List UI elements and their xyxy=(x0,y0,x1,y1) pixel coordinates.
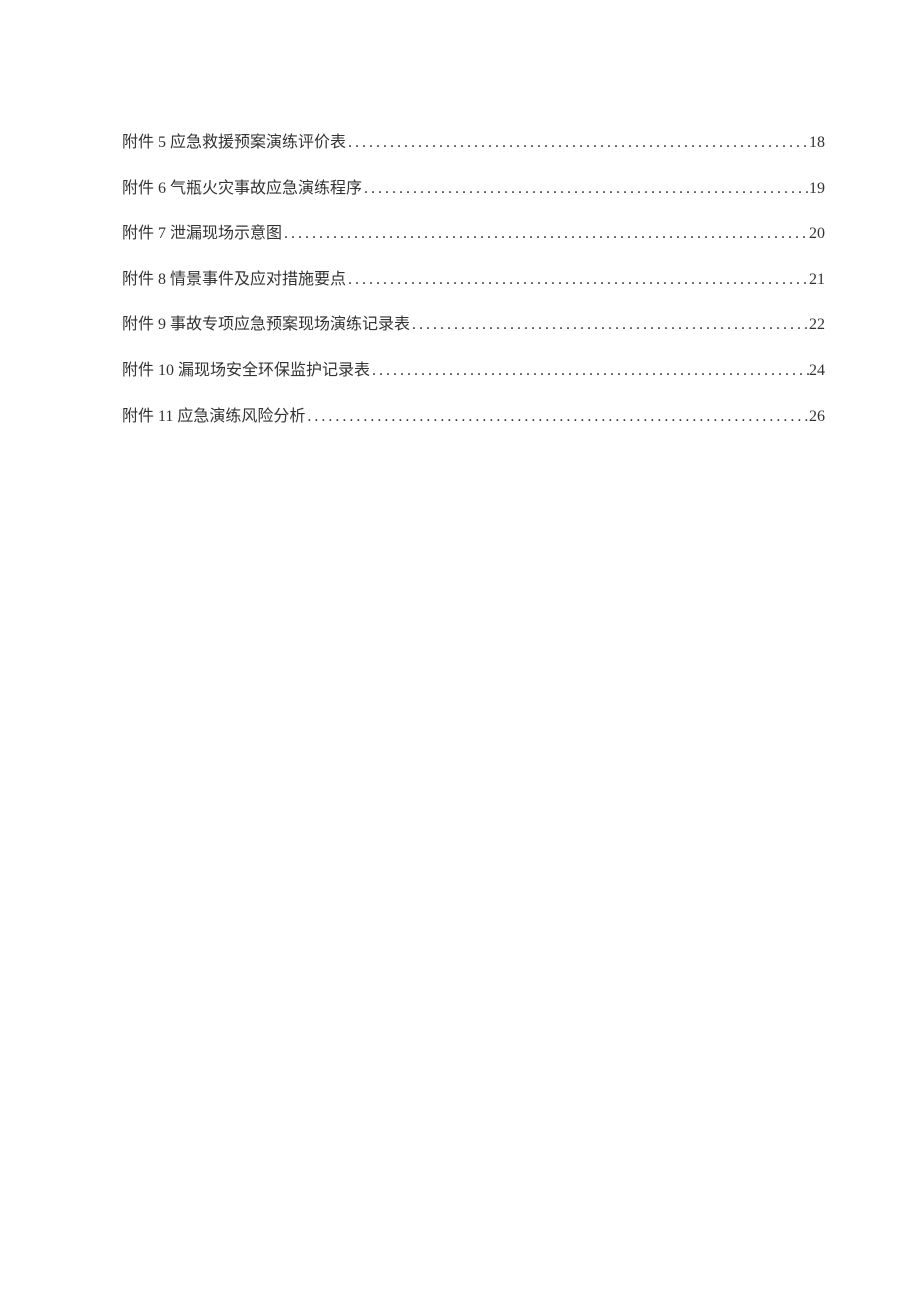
toc-leader-dots xyxy=(346,267,809,293)
toc-page-number: 20 xyxy=(809,221,825,247)
toc-entry: 附件 7 泄漏现场示意图 20 xyxy=(122,221,825,247)
toc-page-number: 22 xyxy=(809,312,825,338)
toc-page-number: 26 xyxy=(809,404,825,430)
toc-leader-dots xyxy=(362,176,809,202)
toc-page-number: 24 xyxy=(809,358,825,384)
toc-entry: 附件 8 情景事件及应对措施要点 21 xyxy=(122,267,825,293)
toc-entry: 附件 9 事故专项应急预案现场演练记录表 22 xyxy=(122,312,825,338)
toc-leader-dots xyxy=(370,358,809,384)
toc-entry: 附件 10 漏现场安全环保监护记录表 24 xyxy=(122,358,825,384)
toc-title: 附件 6 气瓶火灾事故应急演练程序 xyxy=(122,176,362,202)
toc-title: 附件 9 事故专项应急预案现场演练记录表 xyxy=(122,312,410,338)
toc-leader-dots xyxy=(410,312,809,338)
toc-title: 附件 11 应急演练风险分析 xyxy=(122,404,305,430)
toc-page-number: 21 xyxy=(809,267,825,293)
toc-entry: 附件 6 气瓶火灾事故应急演练程序 19 xyxy=(122,176,825,202)
toc-title: 附件 5 应急救援预案演练评价表 xyxy=(122,130,346,156)
toc-title: 附件 10 漏现场安全环保监护记录表 xyxy=(122,358,370,384)
toc-leader-dots xyxy=(305,404,809,430)
toc-leader-dots xyxy=(282,221,809,247)
toc-page-number: 18 xyxy=(809,130,825,156)
toc-page-number: 19 xyxy=(809,176,825,202)
toc-leader-dots xyxy=(346,130,809,156)
toc-title: 附件 7 泄漏现场示意图 xyxy=(122,221,282,247)
toc-entry: 附件 11 应急演练风险分析 26 xyxy=(122,404,825,430)
toc-entry: 附件 5 应急救援预案演练评价表 18 xyxy=(122,130,825,156)
toc-title: 附件 8 情景事件及应对措施要点 xyxy=(122,267,346,293)
toc-container: 附件 5 应急救援预案演练评价表 18 附件 6 气瓶火灾事故应急演练程序 19… xyxy=(0,0,920,429)
